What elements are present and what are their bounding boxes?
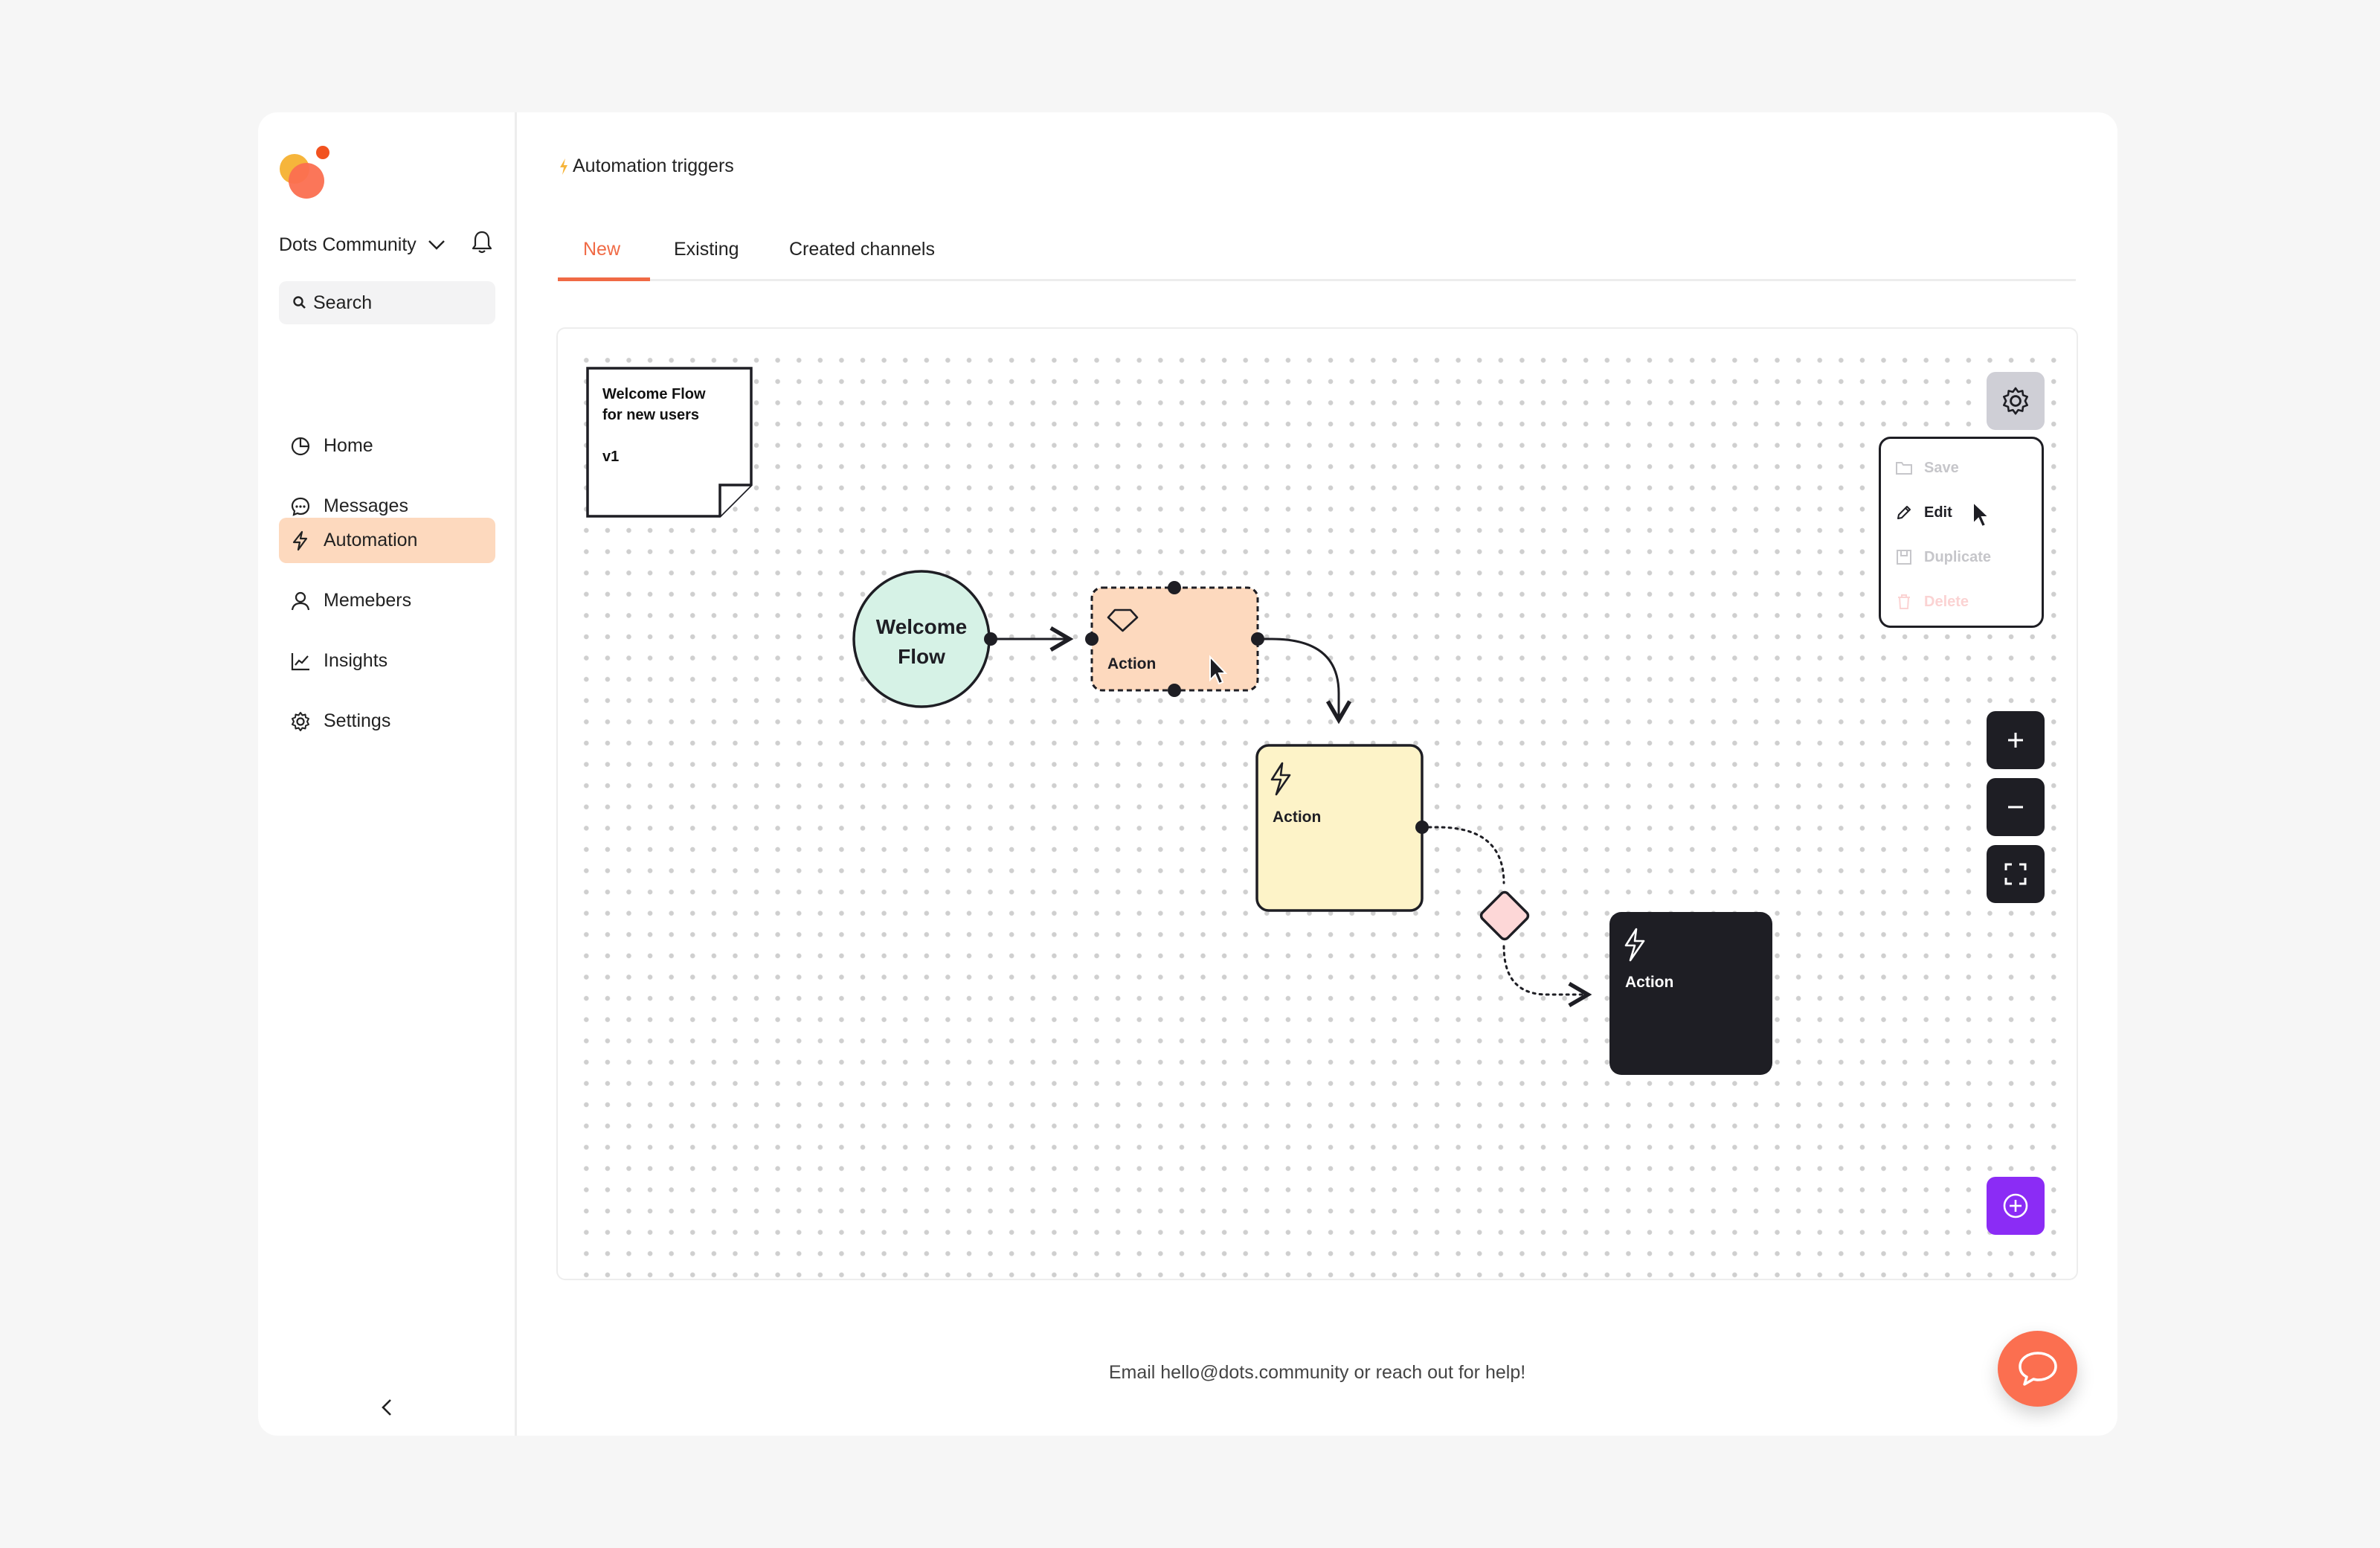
note-line-1: Welcome Flow [602, 386, 706, 402]
sidebar-item-label: Insights [324, 650, 388, 671]
community-switcher[interactable]: Dots Community [279, 230, 502, 260]
mouse-cursor [1972, 500, 1991, 528]
action-node-1-label: Action [1107, 655, 1156, 672]
sidebar-item-insights[interactable]: Insights [279, 638, 495, 684]
gear-icon [289, 710, 312, 733]
tab-bar: New Existing Created channels [558, 216, 2076, 281]
port-handle[interactable] [1251, 632, 1264, 646]
sidebar-item-label: Automation [324, 530, 418, 550]
connector-action2-to-condition[interactable] [1421, 826, 1505, 884]
chat-support-button[interactable] [1998, 1331, 2077, 1407]
start-node-line-1: Welcome [876, 615, 967, 638]
add-node-button[interactable] [1987, 1177, 2045, 1235]
canvas-settings-button[interactable] [1987, 372, 2045, 430]
sidebar-item-automation[interactable]: Automation [279, 518, 495, 563]
zoom-in-button[interactable] [1987, 711, 2045, 769]
sidebar-item-settings[interactable]: Settings [279, 698, 495, 744]
tab-label: New [583, 239, 621, 260]
condition-node[interactable] [1479, 890, 1530, 941]
sidebar-item-label: Settings [324, 710, 391, 731]
main-content: Automation triggers New Existing Created… [517, 112, 2117, 1436]
sidebar: Dots Community Search Home Messages Auto… [258, 112, 517, 1436]
dots-logo [280, 146, 329, 199]
tab-new[interactable]: New [583, 216, 620, 279]
zoom-out-button[interactable] [1987, 778, 2045, 836]
app-window: Dots Community Search Home Messages Auto… [258, 112, 2117, 1436]
sidebar-item-label: Messages [324, 495, 408, 516]
start-node[interactable]: Welcome Flow [852, 570, 991, 708]
help-footer: Email hello@dots.community or reach out … [1108, 1362, 1526, 1383]
menu-item-duplicate[interactable]: Duplicate [1894, 547, 1991, 567]
plus-icon [2008, 733, 2023, 748]
menu-item-label: Delete [1924, 593, 1969, 610]
chat-bubble-icon [2018, 1352, 2057, 1386]
sidebar-item-label: Memebers [324, 590, 412, 611]
action-node-2-label: Action [1273, 809, 1321, 826]
port-handle[interactable] [1415, 820, 1429, 834]
port-handle[interactable] [984, 632, 997, 646]
node-context-menu: Save Edit Duplicate Delete [1879, 437, 2044, 628]
action-node-2[interactable]: Action [1255, 744, 1429, 912]
bolt-icon [289, 530, 312, 552]
connector-condition-to-action3[interactable] [1502, 945, 1592, 1008]
search-icon [293, 296, 306, 309]
tab-created-channels[interactable]: Created channels [789, 216, 935, 279]
note-line-2: for new users [602, 407, 699, 423]
menu-item-label: Edit [1924, 504, 1952, 521]
action-node-1[interactable]: Action [1085, 581, 1264, 697]
start-node-line-2: Flow [898, 645, 945, 668]
menu-item-label: Save [1924, 459, 1959, 476]
menu-item-delete[interactable]: Delete [1894, 592, 1969, 611]
chat-bubble-icon [289, 495, 312, 518]
collapse-sidebar-icon[interactable] [377, 1396, 396, 1419]
menu-item-save[interactable]: Save [1894, 458, 1959, 478]
flow-canvas[interactable]: Welcome Flow for new users v1 Welcome Fl… [556, 327, 2078, 1280]
fit-view-button[interactable] [1987, 845, 2045, 903]
folder-icon [1896, 462, 1912, 475]
sidebar-item-home[interactable]: Home [279, 423, 495, 469]
note-version: v1 [602, 449, 619, 465]
community-name: Dots Community [279, 234, 416, 255]
connector-action1-to-action2[interactable] [1258, 637, 1352, 725]
action-node-3[interactable]: Action [1609, 912, 1772, 1075]
port-handle[interactable] [1168, 581, 1181, 594]
tab-label: Existing [674, 239, 739, 260]
menu-item-edit[interactable]: Edit [1894, 503, 1952, 522]
port-handle[interactable] [1168, 684, 1181, 697]
flow-diagram: Welcome Flow for new users v1 Welcome Fl… [586, 367, 1772, 1075]
tab-label: Created channels [789, 239, 935, 260]
page-title-text: Automation triggers [573, 155, 734, 176]
page-title: Automation triggers [558, 155, 734, 177]
bell-icon[interactable] [471, 230, 493, 255]
search-placeholder: Search [313, 292, 373, 313]
sidebar-item-label: Home [324, 435, 373, 456]
active-tab-indicator [558, 277, 650, 281]
action-node-3-label: Action [1625, 974, 1673, 991]
sticky-note[interactable]: Welcome Flow for new users v1 [586, 367, 753, 518]
menu-item-label: Duplicate [1924, 548, 1992, 565]
plus-circle-icon [2003, 1193, 2028, 1218]
pie-chart-icon [289, 435, 312, 457]
trash-icon [1898, 594, 1910, 609]
bolt-icon [560, 158, 567, 175]
fullscreen-icon [2004, 863, 2027, 885]
search-input[interactable]: Search [279, 281, 495, 324]
port-handle[interactable] [1085, 632, 1099, 646]
sidebar-item-members[interactable]: Memebers [279, 578, 495, 623]
tab-existing[interactable]: Existing [674, 216, 739, 279]
pencil-icon [1897, 506, 1911, 519]
minus-icon [2008, 806, 2023, 809]
duplicate-icon [1897, 550, 1911, 565]
gear-icon [2003, 387, 2028, 415]
line-chart-icon [289, 650, 312, 672]
user-icon [289, 590, 312, 612]
chevron-down-icon [428, 240, 445, 250]
